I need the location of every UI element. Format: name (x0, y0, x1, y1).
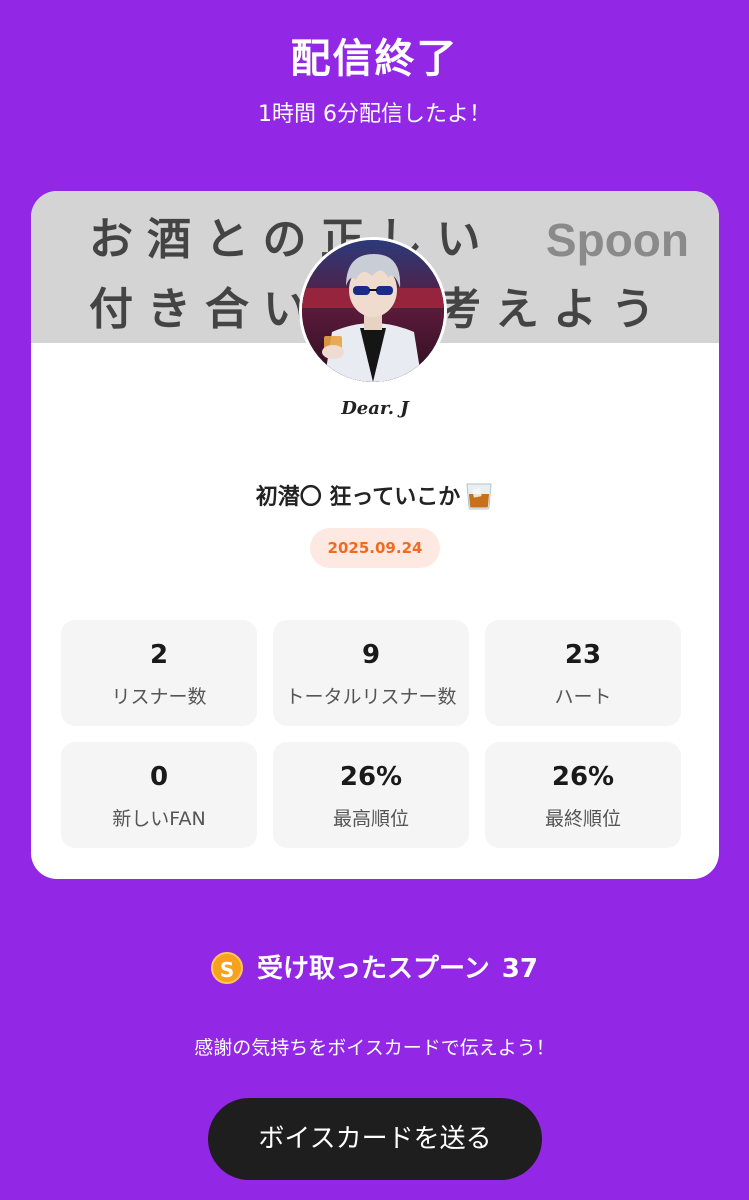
stat-total-listeners: 9 トータルリスナー数 (273, 620, 469, 726)
received-spoons: S 受け取ったスプーン 37 (0, 948, 749, 985)
whiskey-glass-icon (464, 480, 494, 516)
stat-new-fans: 0 新しいFAN (61, 742, 257, 848)
banner-line-1: お酒との正しい (89, 214, 495, 265)
live-summary-card: お酒との正しい 付き合い方を考えよう Spoon (31, 191, 719, 879)
stat-label: 新しいFAN (112, 808, 206, 830)
avatar[interactable] (299, 237, 447, 385)
stat-highest-rank: 26% 最高順位 (273, 742, 469, 848)
stat-final-rank: 26% 最終順位 (485, 742, 681, 848)
stat-label: トータルリスナー数 (285, 686, 457, 708)
spoon-coin-icon: S (211, 951, 244, 984)
stat-value: 26% (339, 762, 403, 792)
host-name: Dear. J (341, 398, 409, 419)
stat-label: 最高順位 (332, 808, 409, 830)
live-title-text: 初潜〇 狂っていこか (255, 485, 461, 510)
broadcast-duration: 1時間 6分配信したよ！ (258, 102, 491, 127)
stat-value: 26% (551, 762, 615, 792)
page-title: 配信終了 (290, 36, 459, 82)
live-date-badge: 2025.09.24 (310, 528, 440, 568)
stat-value: 23 (564, 640, 602, 670)
avatar-image (302, 240, 444, 382)
stat-label: 最終順位 (544, 808, 621, 830)
received-spoons-count: 37 (501, 954, 538, 984)
spoon-logo: Spoon (545, 214, 689, 266)
stat-listeners: 2 リスナー数 (61, 620, 257, 726)
stat-value: 0 (149, 762, 169, 792)
send-voice-card-button[interactable]: ボイスカードを送る (208, 1098, 542, 1180)
stat-value: 2 (149, 640, 169, 670)
live-title: 初潜〇 狂っていこか (31, 479, 719, 516)
stat-label: リスナー数 (111, 686, 207, 708)
received-spoons-label: 受け取ったスプーン (257, 954, 490, 984)
stat-label: ハート (554, 686, 612, 708)
thanks-message: 感謝の気持ちをボイスカードで伝えよう！ (194, 1037, 555, 1059)
stat-hearts: 23 ハート (485, 620, 681, 726)
stat-value: 9 (361, 640, 381, 670)
